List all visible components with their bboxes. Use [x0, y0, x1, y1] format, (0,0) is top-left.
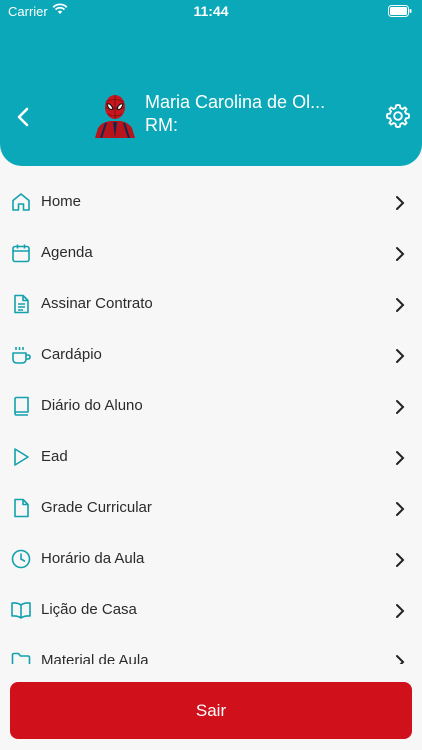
menu-item-grade-curricular[interactable]: Grade Curricular [0, 482, 422, 533]
calendar-icon [12, 244, 30, 263]
menu-item-label: Home [41, 193, 82, 210]
chevron-right-icon [396, 400, 405, 414]
profile-header: Carrier 11:44 Maria Carolina de Ol... RM… [0, 0, 422, 166]
menu-item-agenda[interactable]: Agenda [0, 227, 422, 278]
clock-time: 11:44 [193, 3, 229, 19]
menu-item-licao-de-casa[interactable]: Lição de Casa [0, 584, 422, 635]
menu-item-horario-da-aula[interactable]: Horário da Aula [0, 533, 422, 584]
menu-item-cardapio[interactable]: Cardápio [0, 329, 422, 380]
chevron-right-icon [396, 604, 405, 618]
user-rm-label: RM: [145, 115, 178, 135]
menu-item-label: Agenda [41, 244, 93, 261]
menu-item-material-de-aula[interactable]: Material de Aula [0, 635, 422, 664]
clock-icon [11, 549, 31, 569]
chevron-right-icon [396, 298, 405, 312]
chevron-right-icon [396, 349, 405, 363]
menu-item-label: Assinar Contrato [41, 295, 153, 312]
open-book-icon [11, 602, 31, 619]
file-icon [14, 498, 29, 518]
menu-item-label: Grade Curricular [41, 499, 152, 516]
document-icon [14, 294, 29, 314]
chevron-right-icon [396, 247, 405, 261]
menu-item-label: Diário do Aluno [41, 397, 143, 414]
battery-icon [388, 5, 412, 17]
chevron-right-icon [396, 196, 405, 210]
chevron-right-icon [396, 451, 405, 465]
menu-item-label: Horário da Aula [41, 550, 145, 567]
play-icon [14, 448, 29, 466]
chevron-right-icon [396, 655, 405, 664]
menu-item-home[interactable]: Home [0, 176, 422, 227]
book-icon [14, 396, 29, 416]
home-icon [12, 193, 30, 211]
menu-item-ead[interactable]: Ead [0, 431, 422, 482]
main-menu: Home Agenda Assinar Contrato Cardápio Di… [0, 176, 422, 664]
folder-icon [11, 652, 31, 664]
menu-item-label: Lição de Casa [41, 601, 137, 618]
chevron-right-icon [396, 502, 405, 516]
settings-gear-button[interactable] [384, 102, 412, 130]
cup-icon [12, 347, 31, 364]
logout-button[interactable]: Sair [10, 682, 412, 739]
back-button[interactable] [12, 104, 36, 130]
menu-item-label: Material de Aula [41, 652, 149, 664]
avatar [95, 95, 135, 138]
user-name: Maria Carolina de Ol... [145, 92, 326, 112]
menu-item-label: Cardápio [41, 346, 102, 363]
menu-item-diario-do-aluno[interactable]: Diário do Aluno [0, 380, 422, 431]
menu-item-label: Ead [41, 448, 68, 465]
status-bar: Carrier 11:44 [0, 0, 422, 24]
chevron-right-icon [396, 553, 405, 567]
menu-item-assinar-contrato[interactable]: Assinar Contrato [0, 278, 422, 329]
